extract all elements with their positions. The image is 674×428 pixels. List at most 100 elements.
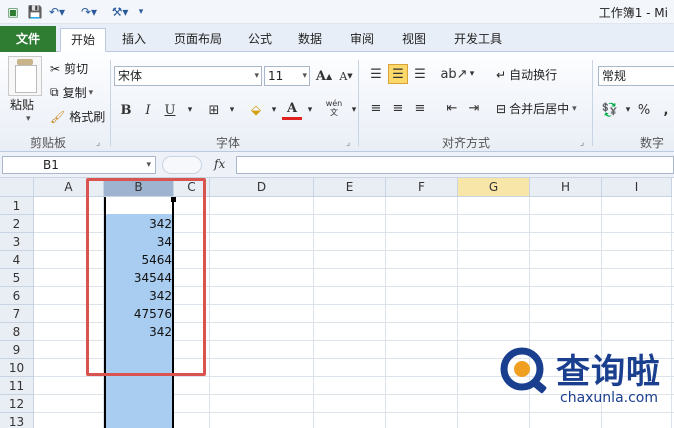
- italic-icon[interactable]: I: [138, 100, 158, 120]
- phonetic-icon[interactable]: wén 文: [322, 98, 346, 118]
- percent-icon[interactable]: %: [634, 100, 654, 120]
- fill-color-dropdown-icon[interactable]: ▾: [264, 100, 284, 120]
- merge-center-button[interactable]: ⊟ 合并后居中 ▾: [496, 100, 577, 117]
- cut-button[interactable]: ✂ 剪切: [50, 60, 88, 77]
- copy-label: 复制: [62, 86, 87, 100]
- chaxunla-logo: [500, 347, 547, 394]
- formula-input[interactable]: [236, 156, 674, 174]
- font-color-icon[interactable]: A: [282, 100, 302, 120]
- merge-icon: ⊟: [496, 101, 507, 116]
- row-header-11[interactable]: 11: [0, 377, 34, 395]
- wrap-text-button[interactable]: ↵ 自动换行: [496, 66, 557, 83]
- tab-page-layout[interactable]: 页面布局: [166, 28, 230, 52]
- number-format-select[interactable]: 常规: [598, 66, 674, 86]
- window-title: 工作簿1 - Mi: [598, 6, 668, 20]
- watermark-brand: 查询啦: [556, 352, 661, 392]
- font-group-label: 字体: [216, 136, 241, 150]
- redo-icon[interactable]: ↷▾: [80, 4, 98, 20]
- tab-file[interactable]: 文件: [0, 26, 56, 52]
- ribbon-tabs: 文件 开始 插入 页面布局 公式 数据 审阅 视图 开发工具: [0, 24, 674, 52]
- row-header-1[interactable]: 1: [0, 197, 34, 215]
- grow-font-letter: A: [315, 68, 326, 84]
- row-header-3[interactable]: 3: [0, 233, 34, 251]
- orientation-icon[interactable]: ab↗: [440, 64, 467, 84]
- row-header-4[interactable]: 4: [0, 251, 34, 269]
- align-bottom-icon[interactable]: ☰: [410, 64, 430, 84]
- currency-icon[interactable]: 💱: [600, 100, 620, 120]
- fill-color-icon[interactable]: ⬙: [246, 100, 266, 120]
- brush-icon: 🖌: [50, 109, 66, 124]
- font-name-value: 宋体: [118, 69, 143, 83]
- borders-dropdown-icon[interactable]: ▾: [222, 100, 242, 120]
- align-center-icon[interactable]: ≡: [388, 98, 408, 118]
- row-header-8[interactable]: 8: [0, 323, 34, 341]
- borders-icon[interactable]: ⊞: [204, 100, 224, 120]
- row-header-2[interactable]: 2: [0, 215, 34, 233]
- formula-bar-resize-handle[interactable]: [162, 156, 202, 174]
- paste-icon[interactable]: [8, 56, 42, 96]
- format-painter-label: 格式刷: [69, 110, 106, 124]
- paste-button[interactable]: 粘贴: [10, 96, 34, 113]
- font-name-select[interactable]: 宋体 ▾: [114, 66, 262, 86]
- highlight-box: [86, 178, 206, 376]
- font-launcher-icon[interactable]: ⌟: [346, 138, 350, 148]
- format-painter-button[interactable]: 🖌 格式刷: [50, 108, 105, 125]
- divider: [110, 60, 111, 146]
- tab-formulas[interactable]: 公式: [240, 28, 280, 52]
- column-header-h[interactable]: H: [530, 178, 602, 197]
- copy-button[interactable]: ⧉ 复制 ▾: [50, 84, 93, 101]
- row-header-7[interactable]: 7: [0, 305, 34, 323]
- phonetic-dropdown-icon[interactable]: ▾: [344, 100, 364, 120]
- tab-review[interactable]: 审阅: [342, 28, 382, 52]
- column-header-e[interactable]: E: [314, 178, 386, 197]
- align-left-icon[interactable]: ≡: [366, 98, 386, 118]
- clipboard-launcher-icon[interactable]: ⌟: [96, 138, 100, 148]
- name-box[interactable]: B1 ▾: [2, 156, 156, 174]
- row-header-6[interactable]: 6: [0, 287, 34, 305]
- row-header-13[interactable]: 13: [0, 413, 34, 428]
- column-header-g[interactable]: G: [458, 178, 530, 197]
- font-size-select[interactable]: 11 ▾: [264, 66, 310, 86]
- align-top-icon[interactable]: ☰: [366, 64, 386, 84]
- comma-icon[interactable]: ,: [656, 100, 674, 120]
- copy-icon: ⧉: [50, 85, 59, 99]
- copy-dropdown-icon[interactable]: ▾: [89, 88, 94, 98]
- undo-icon[interactable]: ↶▾: [48, 4, 66, 20]
- select-all-corner[interactable]: [0, 178, 34, 197]
- grow-font-icon[interactable]: A ▲: [314, 66, 334, 86]
- underline-dropdown-icon[interactable]: ▾: [180, 100, 200, 120]
- row-header-10[interactable]: 10: [0, 359, 34, 377]
- column-header-d[interactable]: D: [210, 178, 314, 197]
- align-middle-icon[interactable]: ☰: [388, 64, 408, 84]
- formula-bar: B1 ▾ fx: [0, 152, 674, 178]
- tab-insert[interactable]: 插入: [112, 28, 156, 52]
- save-icon[interactable]: 💾: [28, 4, 43, 20]
- column-header-f[interactable]: F: [386, 178, 458, 197]
- chevron-down-icon: ▾: [302, 71, 307, 81]
- alignment-launcher-icon[interactable]: ⌟: [580, 138, 584, 148]
- paste-dropdown-icon[interactable]: ▾: [26, 114, 31, 124]
- customize-qat-icon[interactable]: ▾: [136, 4, 146, 20]
- tab-data[interactable]: 数据: [290, 28, 330, 52]
- bold-icon[interactable]: B: [116, 100, 136, 120]
- tab-developer[interactable]: 开发工具: [446, 28, 510, 52]
- watermark-url: chaxunla.com: [560, 390, 658, 406]
- column-header-i[interactable]: I: [602, 178, 672, 197]
- excel-icon[interactable]: ▣: [6, 4, 20, 20]
- row-header-9[interactable]: 9: [0, 341, 34, 359]
- chevron-down-icon[interactable]: ▾: [572, 104, 577, 114]
- font-size-value: 11: [268, 69, 284, 83]
- tools-icon[interactable]: ⚒▾: [110, 4, 130, 20]
- align-right-icon[interactable]: ≡: [410, 98, 430, 118]
- insert-function-icon[interactable]: fx: [214, 157, 225, 171]
- font-color-dropdown-icon[interactable]: ▾: [300, 100, 320, 120]
- row-header-5[interactable]: 5: [0, 269, 34, 287]
- underline-icon[interactable]: U: [160, 100, 180, 120]
- increase-indent-icon[interactable]: ⇥: [464, 98, 484, 118]
- orientation-dropdown-icon[interactable]: ▾: [462, 64, 482, 84]
- decrease-indent-icon[interactable]: ⇤: [442, 98, 462, 118]
- tab-home[interactable]: 开始: [60, 28, 106, 52]
- tab-view[interactable]: 视图: [394, 28, 434, 52]
- shrink-font-icon[interactable]: A ▼: [336, 66, 356, 86]
- row-header-12[interactable]: 12: [0, 395, 34, 413]
